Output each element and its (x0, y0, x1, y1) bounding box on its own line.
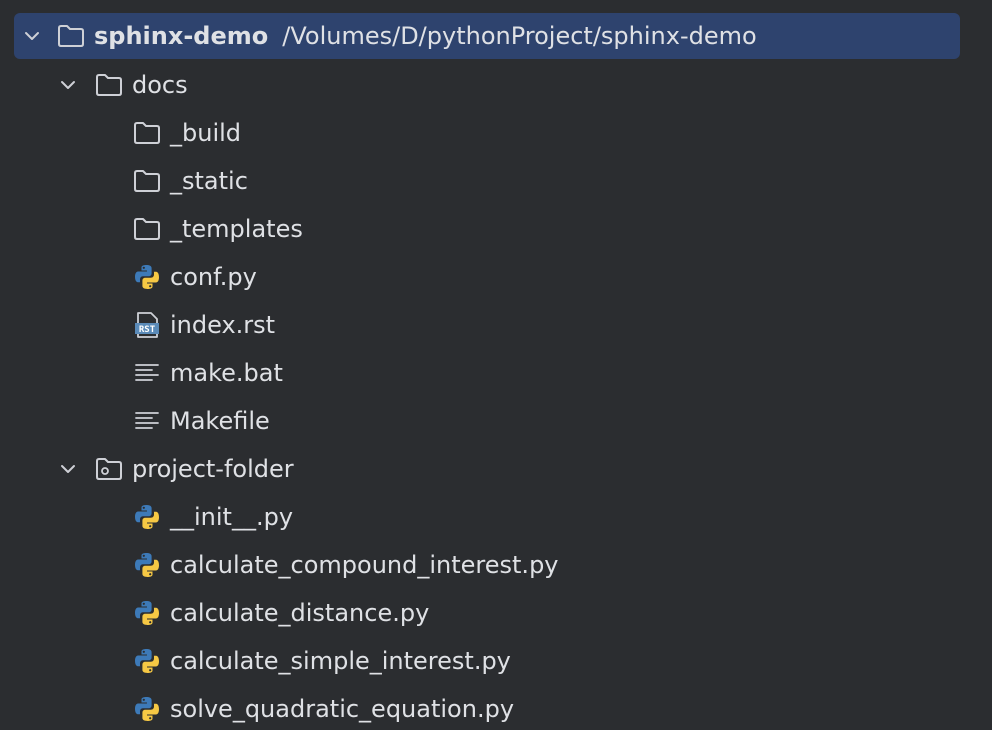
chevron-down-icon[interactable] (20, 24, 44, 48)
folder-icon (56, 21, 86, 51)
file-label: __init__.py (170, 503, 294, 531)
tree-row-project-folder[interactable]: project-folder (0, 445, 992, 493)
text-file-icon (132, 358, 162, 388)
tree-row-calculate-simple-interest[interactable]: calculate_simple_interest.py (0, 637, 992, 685)
folder-icon (132, 166, 162, 196)
rst-file-icon: RST (132, 310, 162, 340)
tree-row-calculate-distance[interactable]: calculate_distance.py (0, 589, 992, 637)
file-label: Makefile (170, 407, 270, 435)
tree-row-make-bat[interactable]: make.bat (0, 349, 992, 397)
tree-row-calculate-compound-interest[interactable]: calculate_compound_interest.py (0, 541, 992, 589)
chevron-down-icon[interactable] (56, 73, 80, 97)
file-label: solve_quadratic_equation.py (170, 695, 515, 723)
file-label: calculate_distance.py (170, 599, 430, 627)
file-label: calculate_simple_interest.py (170, 647, 511, 675)
python-file-icon (132, 502, 162, 532)
file-label: _build (170, 119, 242, 147)
folder-icon (132, 214, 162, 244)
text-file-icon (132, 406, 162, 436)
python-file-icon (132, 646, 162, 676)
project-folder-label: project-folder (132, 455, 294, 483)
docs-label: docs (132, 71, 188, 99)
root-label: sphinx-demo/Volumes/D/pythonProject/sphi… (94, 21, 757, 51)
project-tree: sphinx-demo/Volumes/D/pythonProject/sphi… (0, 0, 992, 730)
rst-icon-text: RST (139, 325, 156, 335)
tree-row-docs[interactable]: docs (0, 61, 992, 109)
root-name: sphinx-demo (94, 22, 269, 50)
tree-row-conf-py[interactable]: conf.py (0, 253, 992, 301)
python-file-icon (132, 550, 162, 580)
tree-row-static[interactable]: _static (0, 157, 992, 205)
file-label: index.rst (170, 311, 276, 339)
python-file-icon (132, 262, 162, 292)
tree-row-build[interactable]: _build (0, 109, 992, 157)
root-path: /Volumes/D/pythonProject/sphinx-demo (282, 22, 757, 50)
tree-row-makefile[interactable]: Makefile (0, 397, 992, 445)
file-label: _static (170, 167, 248, 195)
folder-icon (132, 118, 162, 148)
tree-row-root[interactable]: sphinx-demo/Volumes/D/pythonProject/sphi… (14, 13, 960, 59)
file-label: _templates (170, 215, 303, 243)
python-file-icon (132, 598, 162, 628)
folder-icon (94, 70, 124, 100)
python-file-icon (132, 694, 162, 724)
file-label: conf.py (170, 263, 257, 291)
tree-row-init-py[interactable]: __init__.py (0, 493, 992, 541)
file-label: calculate_compound_interest.py (170, 551, 559, 579)
tree-row-templates[interactable]: _templates (0, 205, 992, 253)
chevron-down-icon[interactable] (56, 457, 80, 481)
package-folder-icon (94, 454, 124, 484)
file-label: make.bat (170, 359, 283, 387)
tree-row-index-rst[interactable]: RST index.rst (0, 301, 992, 349)
tree-row-solve-quadratic-equation[interactable]: solve_quadratic_equation.py (0, 685, 992, 730)
